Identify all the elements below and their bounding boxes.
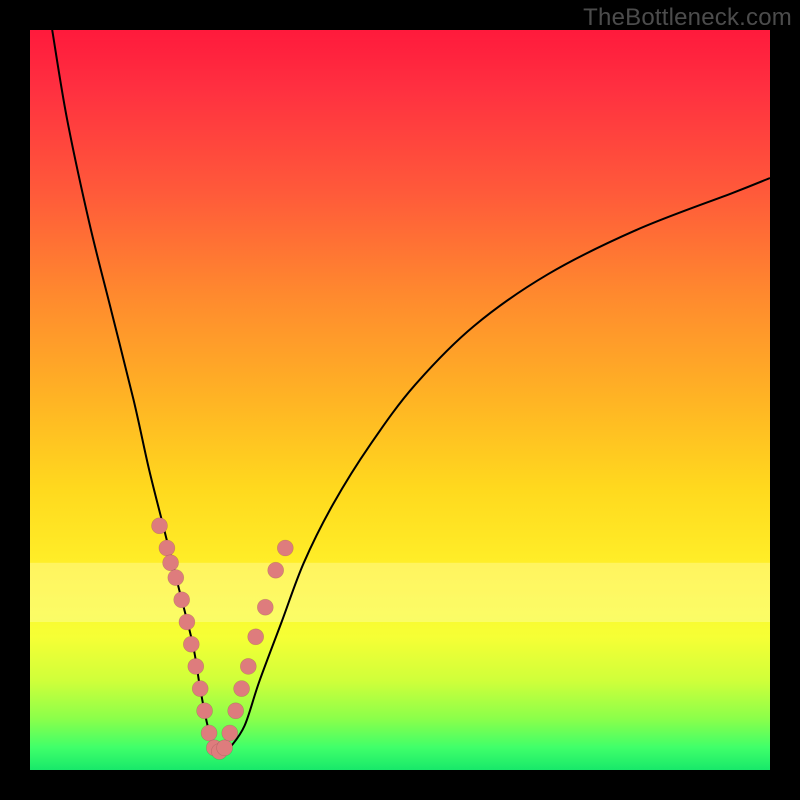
marker-dot <box>257 599 273 615</box>
marker-dot <box>163 555 179 571</box>
chart-svg <box>30 30 770 770</box>
marker-dot <box>188 658 204 674</box>
marker-dot <box>152 518 168 534</box>
marker-dot <box>183 636 199 652</box>
plot-area <box>30 30 770 770</box>
watermark-text: TheBottleneck.com <box>583 4 792 32</box>
marker-dot <box>168 570 184 586</box>
marker-dot <box>179 614 195 630</box>
marker-dot <box>222 725 238 741</box>
marker-dot <box>197 703 213 719</box>
bottleneck-curve <box>52 30 770 755</box>
marker-dot <box>201 725 217 741</box>
marker-dot <box>174 592 190 608</box>
marker-dot <box>228 703 244 719</box>
marker-dot <box>159 540 175 556</box>
marker-dot <box>248 629 264 645</box>
marker-dot <box>240 658 256 674</box>
marker-dot <box>268 562 284 578</box>
highlight-band <box>30 563 770 622</box>
marker-dot <box>217 740 233 756</box>
marker-dot <box>234 681 250 697</box>
marker-dot <box>277 540 293 556</box>
marker-group <box>152 518 294 760</box>
outer-frame: TheBottleneck.com <box>0 0 800 800</box>
marker-dot <box>192 681 208 697</box>
